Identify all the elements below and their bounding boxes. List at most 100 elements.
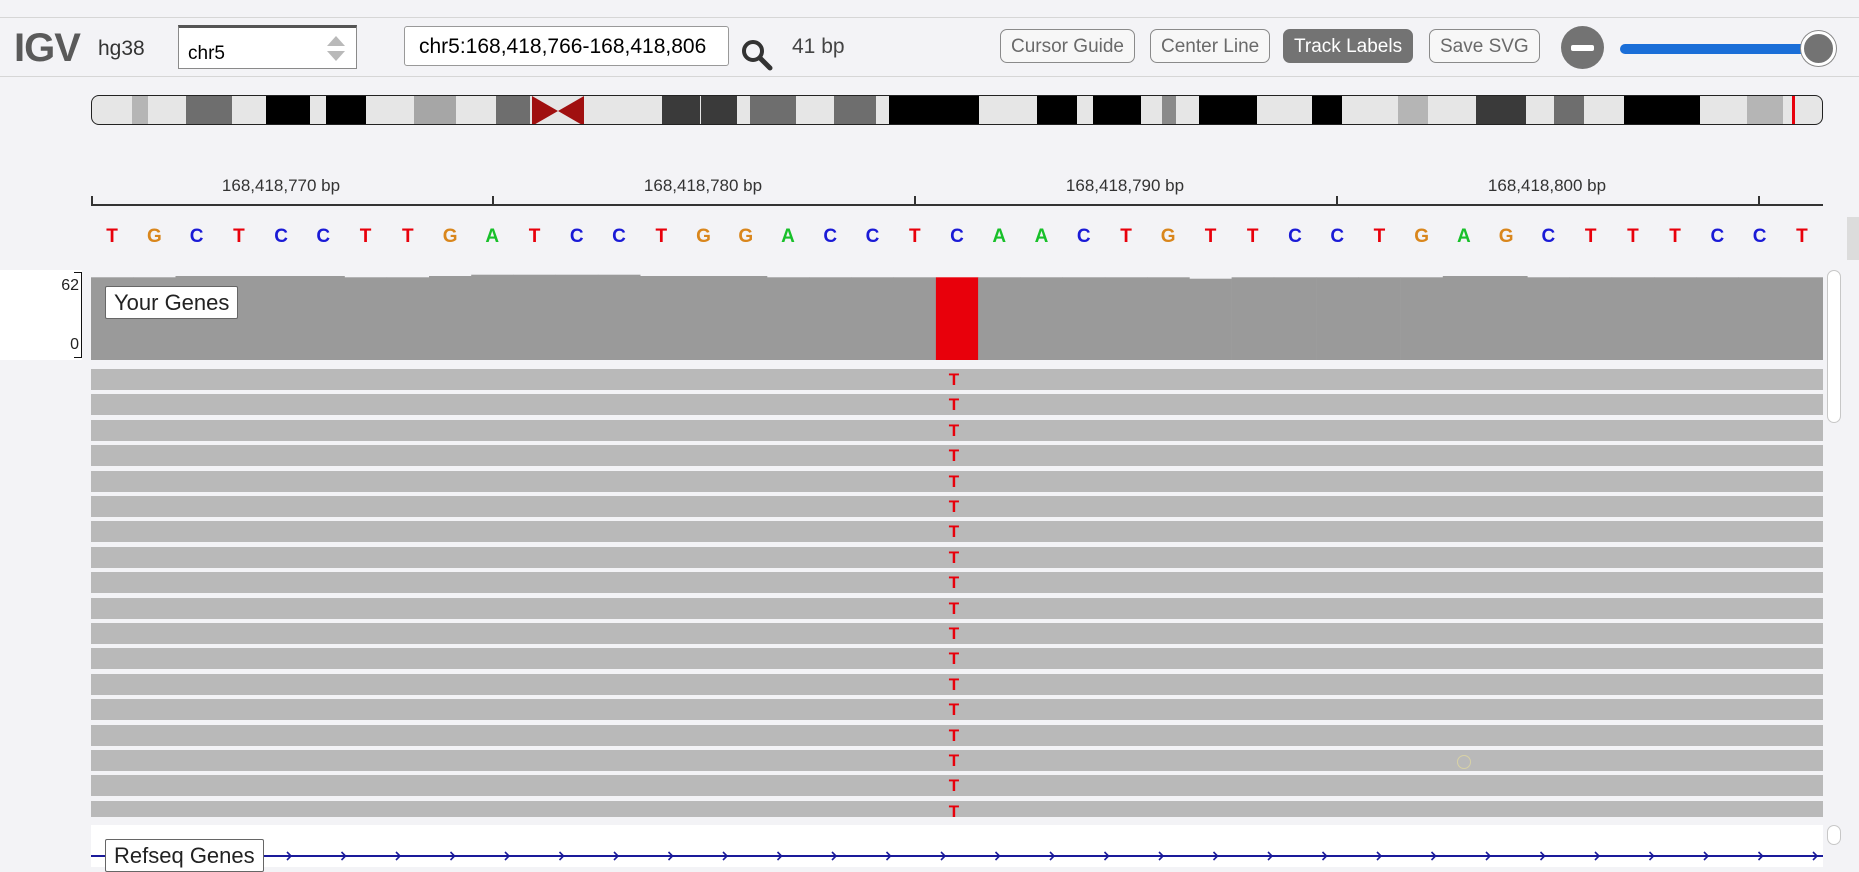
sequence-base: C [823, 226, 838, 247]
coverage-bar[interactable] [1738, 277, 1782, 360]
strand-arrow-icon [1376, 851, 1383, 861]
strand-arrow-icon [1812, 851, 1819, 861]
sequence-base: C [865, 226, 880, 247]
ruler-track: 168,418,770 bp 168,418,780 bp 168,418,79… [91, 170, 1823, 210]
strand-arrow-icon [722, 851, 729, 861]
coverage-bar[interactable] [302, 276, 345, 360]
read-mismatch: T [91, 623, 1823, 644]
coverage-bar[interactable] [1020, 277, 1063, 360]
sequence-base: G [442, 226, 458, 247]
coverage-bar[interactable] [260, 276, 303, 360]
coverage-plot[interactable] [91, 270, 1823, 360]
zoom-slider-handle[interactable] [1801, 31, 1836, 66]
coverage-bar[interactable] [1062, 277, 1106, 360]
coverage-bar[interactable] [344, 277, 388, 360]
read-mismatch: T [91, 598, 1823, 619]
sequence-base: T [1627, 226, 1639, 247]
coverage-bar[interactable] [1611, 277, 1655, 360]
mismatch-base: T [948, 471, 960, 491]
strand-arrow-icon [1430, 851, 1437, 861]
strand-arrow-icon [1049, 851, 1056, 861]
refseq-genes-track[interactable]: Refseq Genes [91, 825, 1823, 872]
sequence-base: T [655, 226, 668, 247]
coverage-bar[interactable] [809, 277, 852, 360]
ruler-tick-label: 168,418,780 bp [643, 176, 763, 195]
coverage-bar[interactable] [893, 277, 937, 360]
zoom-slider[interactable] [1620, 44, 1820, 54]
igv-logo[interactable]: IGV [14, 26, 81, 71]
coverage-bar[interactable] [429, 276, 472, 360]
ruler-tick-label: 168,418,800 bp [1487, 176, 1607, 195]
sequence-base: A [992, 226, 1007, 247]
coverage-bar[interactable] [1104, 277, 1148, 360]
strand-arrow-icon [1757, 851, 1764, 861]
coverage-bar[interactable] [1569, 277, 1613, 360]
ruler-tick [1758, 196, 1760, 205]
coverage-bar[interactable] [471, 274, 514, 360]
locus-search-input[interactable]: chr5:168,418,766-168,418,806 [404, 26, 729, 66]
coverage-bar[interactable] [978, 277, 1021, 360]
coverage-bar[interactable] [1696, 277, 1739, 360]
strand-arrow-icon [994, 851, 1001, 861]
strand-arrow-icon [1212, 851, 1219, 861]
strand-arrow-icon [1703, 851, 1710, 861]
gene-strand-arrows [286, 851, 1819, 861]
read-mismatch: T [91, 775, 1823, 796]
coverage-bar[interactable] [386, 277, 430, 360]
coverage-mismatch-bar[interactable] [935, 277, 979, 360]
mismatch-base: T [948, 446, 960, 466]
chromosome-ideogram[interactable] [91, 95, 1823, 125]
navbar: IGV hg38 chr5 chr5:168,418,766-168,418,8… [0, 17, 1859, 77]
strand-arrow-icon [940, 851, 947, 861]
sequence-base: T [359, 226, 372, 247]
coverage-bar[interactable] [1189, 278, 1232, 360]
viewport-edge-strip [1847, 217, 1859, 260]
coverage-bar[interactable] [766, 277, 810, 360]
coverage-bar[interactable] [513, 274, 556, 360]
track-label-refseq-genes[interactable]: Refseq Genes [105, 839, 264, 872]
coverage-bar[interactable] [1231, 277, 1275, 360]
strand-arrow-icon [1267, 851, 1274, 861]
coverage-bar[interactable] [851, 277, 894, 360]
cursor-guide-button[interactable]: Cursor Guide [1000, 29, 1135, 63]
mismatch-base: T [948, 522, 960, 542]
coverage-bar[interactable] [1485, 276, 1528, 360]
coverage-bar[interactable] [1316, 277, 1359, 360]
coverage-bar[interactable] [1147, 277, 1190, 360]
faint-marker [1457, 755, 1471, 769]
coverage-bar[interactable] [1273, 277, 1317, 360]
coverage-bar[interactable] [1400, 277, 1444, 360]
coverage-bar[interactable] [724, 276, 768, 360]
coverage-bar[interactable] [682, 276, 725, 360]
mismatch-base: T [948, 751, 960, 770]
coverage-bar[interactable] [1654, 277, 1697, 360]
search-icon[interactable] [740, 38, 774, 72]
coverage-bar[interactable] [1358, 277, 1401, 360]
coverage-bar[interactable] [1780, 277, 1823, 360]
chromosome-select[interactable]: chr5 [178, 25, 357, 69]
zoom-out-button[interactable] [1561, 26, 1604, 69]
refseq-scrollbar[interactable] [1827, 825, 1841, 845]
genome-label[interactable]: hg38 [98, 37, 145, 61]
coverage-bar[interactable] [640, 276, 683, 360]
read-mismatch: T [91, 547, 1823, 568]
track-label-your-genes[interactable]: Your Genes [105, 286, 239, 319]
read-mismatch: T [91, 648, 1823, 669]
track-labels-button[interactable]: Track Labels [1283, 29, 1414, 63]
save-svg-button[interactable]: Save SVG [1429, 29, 1540, 63]
window-width-label: 41 bp [792, 35, 845, 58]
coverage-scrollbar[interactable] [1827, 270, 1841, 423]
coverage-bar[interactable] [1527, 277, 1570, 360]
mismatch-base: T [948, 725, 960, 745]
sequence-base: C [189, 226, 204, 247]
alignment-reads[interactable]: TTTTTTTTTTTTTTTTTT [91, 369, 1823, 817]
sequence-base: G [738, 226, 754, 247]
strand-arrow-icon [776, 851, 783, 861]
coverage-bar[interactable] [1442, 276, 1486, 360]
sequence-base: C [316, 226, 331, 247]
center-line-button[interactable]: Center Line [1150, 29, 1271, 63]
coverage-bar[interactable] [597, 274, 641, 360]
chromosome-value: chr5 [188, 43, 225, 64]
coverage-bar[interactable] [555, 274, 599, 360]
mismatch-base: T [948, 776, 960, 796]
